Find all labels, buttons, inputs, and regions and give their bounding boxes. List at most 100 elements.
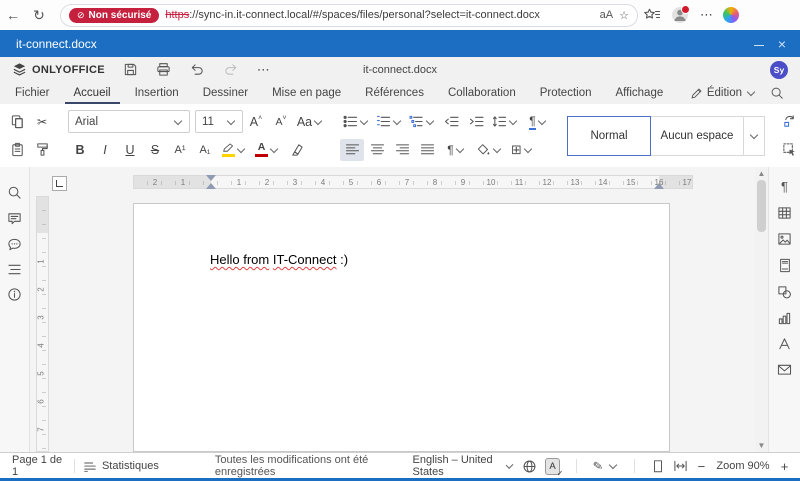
fit-page-button[interactable] xyxy=(651,459,665,474)
decrease-font-button[interactable]: A˅ xyxy=(269,111,293,133)
change-case-button[interactable]: Aa xyxy=(294,111,326,133)
tab-collaboration[interactable]: Collaboration xyxy=(439,87,525,104)
chat-icon[interactable] xyxy=(7,237,22,252)
borders-button[interactable]: ⊞ xyxy=(506,139,538,161)
highlight-color-button[interactable] xyxy=(218,139,250,161)
shading-button[interactable] xyxy=(473,139,505,161)
copilot-icon[interactable] xyxy=(723,7,739,23)
tab-mise-en-page[interactable]: Mise en page xyxy=(263,87,350,104)
superscript-button[interactable]: A¹ xyxy=(168,139,192,161)
scrollbar-thumb[interactable] xyxy=(757,180,766,232)
line-spacing-button[interactable] xyxy=(489,111,521,133)
numbering-button[interactable] xyxy=(373,111,405,133)
strikethrough-button[interactable]: S xyxy=(143,139,167,161)
zoom-in-button[interactable]: + xyxy=(779,459,790,474)
favorites-bar-icon[interactable] xyxy=(644,7,660,23)
multilevel-list-button[interactable] xyxy=(406,111,438,133)
document-language-icon[interactable] xyxy=(522,459,537,474)
bullets-button[interactable] xyxy=(340,111,372,133)
save-button[interactable] xyxy=(123,62,138,77)
spell-check-toggle[interactable]: A ✓ xyxy=(545,458,560,475)
font-size-select[interactable]: 11 xyxy=(195,110,243,133)
back-icon[interactable]: ← xyxy=(0,7,26,23)
search-icon[interactable] xyxy=(770,86,784,100)
security-badge[interactable]: ⊘ Non sécurisé xyxy=(69,8,159,23)
h-ruler[interactable]: 211234567891011121314151617 xyxy=(133,175,693,189)
profile-avatar[interactable] xyxy=(672,7,688,23)
align-right-button[interactable] xyxy=(390,139,414,161)
shape-settings-icon[interactable] xyxy=(777,285,792,299)
tab-affichage[interactable]: Affichage xyxy=(607,87,673,104)
find-icon[interactable] xyxy=(7,185,22,200)
chart-settings-icon[interactable] xyxy=(777,311,792,325)
italic-button[interactable]: I xyxy=(93,139,117,161)
comments-icon[interactable] xyxy=(7,211,22,226)
replace-button[interactable] xyxy=(777,111,800,133)
tab-insertion[interactable]: Insertion xyxy=(126,87,188,104)
paragraph-settings-icon[interactable]: ¶ xyxy=(781,179,788,194)
v-ruler[interactable]: 1234567 xyxy=(36,196,49,452)
image-settings-icon[interactable] xyxy=(777,232,792,246)
cut-icon[interactable]: ✂ xyxy=(30,111,54,133)
vertical-scrollbar[interactable]: ▲ ▼ xyxy=(755,167,768,452)
copy-button[interactable] xyxy=(5,111,29,133)
underline-button[interactable]: U xyxy=(118,139,142,161)
format-painter-button[interactable] xyxy=(30,139,54,161)
tab-stop-selector[interactable] xyxy=(52,176,67,191)
select-all-button[interactable] xyxy=(777,139,800,161)
increase-font-button[interactable]: A˄ xyxy=(244,111,268,133)
address-bar[interactable]: ⊘ Non sécurisé https://sync-in.it-connec… xyxy=(60,4,638,27)
tab-dessiner[interactable]: Dessiner xyxy=(194,87,257,104)
about-icon[interactable] xyxy=(7,287,22,302)
subscript-button[interactable]: A₁ xyxy=(193,139,217,161)
justify-button[interactable] xyxy=(415,139,439,161)
header-footer-settings-icon[interactable] xyxy=(778,258,792,273)
header-more-icon[interactable]: ⋯ xyxy=(257,62,270,78)
ink-tool-button[interactable]: ✎ xyxy=(593,459,618,473)
page-indicator[interactable]: Page 1 de 1 xyxy=(12,454,66,478)
favorite-star-icon[interactable]: ☆ xyxy=(619,9,629,22)
text-art-settings-icon[interactable] xyxy=(777,337,792,351)
align-left-button[interactable] xyxy=(340,139,364,161)
nonprinting-characters-button[interactable]: ¶ xyxy=(440,139,472,161)
scroll-down-icon[interactable]: ▼ xyxy=(755,441,768,450)
tab-accueil[interactable]: Accueil xyxy=(65,87,120,104)
tab-references[interactable]: Références xyxy=(356,87,433,104)
statistics-button[interactable]: Statistiques xyxy=(83,460,159,473)
align-center-button[interactable] xyxy=(365,139,389,161)
clear-style-button[interactable] xyxy=(284,139,308,161)
mail-merge-icon[interactable] xyxy=(777,363,792,376)
language-selector[interactable]: English – United States xyxy=(413,454,514,478)
refresh-icon[interactable]: ↻ xyxy=(26,7,52,24)
style-normal[interactable]: Normal xyxy=(567,116,651,156)
edit-mode-button[interactable]: Édition xyxy=(690,87,756,100)
tab-fichier[interactable]: Fichier xyxy=(6,87,59,104)
redo-button[interactable] xyxy=(223,62,239,77)
translate-icon[interactable]: aA xyxy=(600,9,613,21)
increase-indent-button[interactable] xyxy=(464,111,488,133)
left-indent-marker[interactable] xyxy=(206,183,216,189)
bold-button[interactable]: B xyxy=(68,139,92,161)
zoom-out-button[interactable]: − xyxy=(696,459,707,474)
navigation-icon[interactable] xyxy=(7,263,22,276)
document-page[interactable]: Hello from IT-Connect :) xyxy=(133,203,670,452)
close-icon[interactable]: × xyxy=(778,36,786,52)
print-button[interactable] xyxy=(156,62,171,77)
tab-protection[interactable]: Protection xyxy=(531,87,601,104)
table-settings-icon[interactable] xyxy=(777,206,792,220)
fit-width-button[interactable] xyxy=(673,459,688,473)
styles-expand-button[interactable] xyxy=(744,116,765,156)
paste-button[interactable] xyxy=(5,139,29,161)
right-indent-marker[interactable] xyxy=(654,183,664,189)
decrease-indent-button[interactable] xyxy=(439,111,463,133)
font-color-button[interactable]: A xyxy=(251,139,283,161)
document-text-line[interactable]: Hello from IT-Connect :) xyxy=(210,252,348,267)
undo-button[interactable] xyxy=(189,62,205,77)
paragraph-direction-button[interactable]: ¶ xyxy=(522,111,554,133)
font-name-select[interactable]: Arial xyxy=(68,110,190,133)
scroll-up-icon[interactable]: ▲ xyxy=(755,169,768,178)
minimize-icon[interactable] xyxy=(754,45,764,46)
browser-menu-icon[interactable]: ⋯ xyxy=(700,7,713,23)
first-line-indent-marker[interactable] xyxy=(206,175,216,181)
style-aucun-espace[interactable]: Aucun espace xyxy=(651,116,744,156)
